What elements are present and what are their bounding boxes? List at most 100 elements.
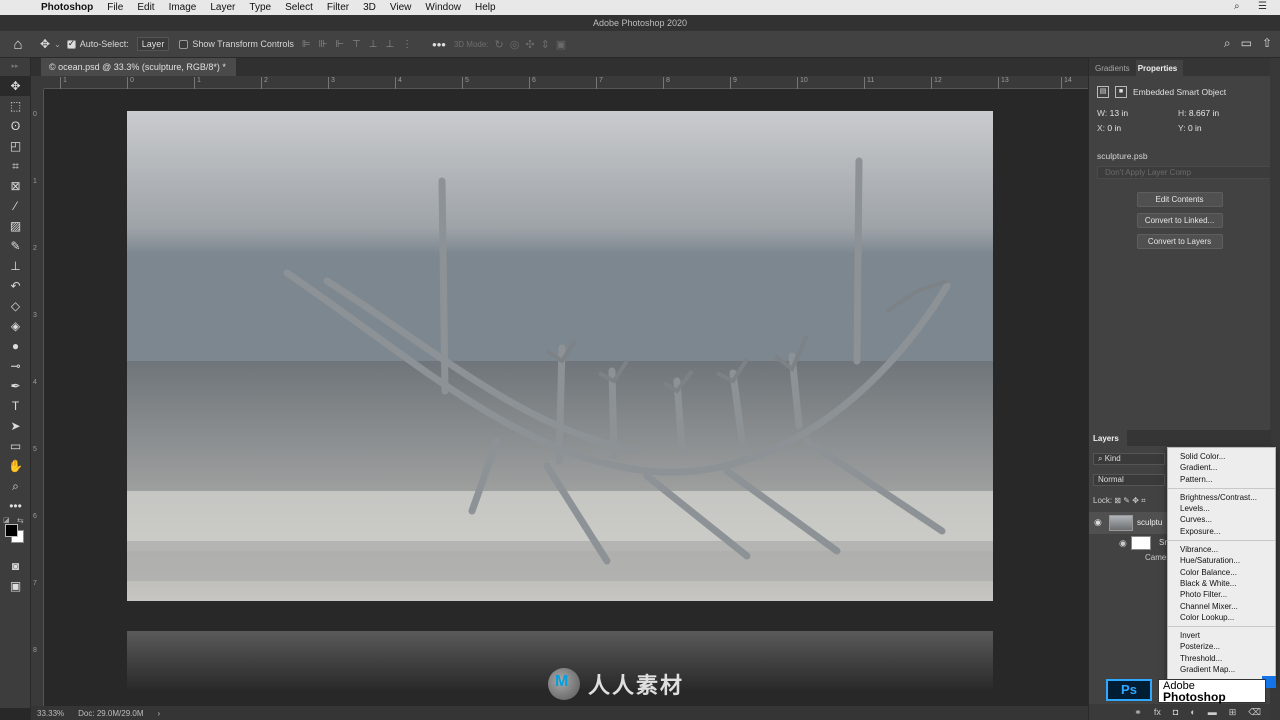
y-field[interactable]: Y: 0 in [1178,123,1253,133]
fx-icon[interactable]: fx [1154,707,1161,717]
menu-image[interactable]: Image [162,2,204,13]
share-icon[interactable]: ⇧ [1262,36,1272,51]
align-middle-icon[interactable]: ⊥ [369,39,378,50]
menu-item-photo-filter[interactable]: Photo Filter... [1168,589,1275,600]
ruler-corner[interactable] [31,76,44,89]
new-group-icon[interactable]: ▬ [1208,707,1217,717]
3d-pan-icon[interactable]: ✣ [525,38,534,51]
healing-tool-icon[interactable]: ▨ [0,216,31,236]
height-field[interactable]: H: 8.667 in [1178,108,1253,118]
zoom-level[interactable]: 33.33% [37,709,64,718]
visibility-eye-icon[interactable]: ◉ [1119,538,1127,549]
show-transform-checkbox[interactable] [179,39,189,49]
link-layers-icon[interactable]: ⚭ [1134,707,1142,718]
stamp-tool-icon[interactable]: ⊥ [0,256,31,276]
menu-list-icon[interactable]: ☰ [1258,1,1267,12]
menu-layer[interactable]: Layer [203,2,242,13]
document-image[interactable] [127,111,993,689]
layer-name[interactable]: sculptu [1137,518,1162,527]
toolbox-grip[interactable]: ▸▸ [0,58,30,76]
width-value[interactable]: 13 in [1110,108,1128,118]
auto-select-dropdown[interactable]: Layer [136,37,170,51]
layer-comp-dropdown[interactable]: Don't Apply Layer Comp [1097,166,1272,179]
align-bottom-icon[interactable]: ⊥ [385,39,394,50]
menu-app[interactable]: Photoshop [34,2,100,13]
menu-help[interactable]: Help [468,2,503,13]
visibility-eye-icon[interactable]: ◉ [1094,517,1102,528]
y-value[interactable]: 0 in [1188,123,1202,133]
3d-scale-icon[interactable]: ▣ [556,38,566,51]
home-icon[interactable]: ⌂ [0,36,36,53]
screen-mode-icon[interactable]: ▣ [0,576,31,596]
trash-icon[interactable]: ⌫ [1248,707,1261,718]
width-field[interactable]: W: 13 in [1097,108,1172,118]
menu-window[interactable]: Window [418,2,468,13]
eyedropper-tool-icon[interactable]: ⁄ [0,196,31,216]
pen-tool-icon[interactable]: ✒ [0,376,31,396]
height-value[interactable]: 8.667 in [1189,108,1219,118]
object-select-tool-icon[interactable]: ◰ [0,136,31,156]
menu-item-vibrance[interactable]: Vibrance... [1168,544,1275,555]
status-menu-arrow[interactable]: › [158,709,161,718]
menu-item-threshold[interactable]: Threshold... [1168,653,1275,664]
menu-item-brightness-contrast[interactable]: Brightness/Contrast... [1168,492,1275,503]
blend-mode-dropdown[interactable]: Normal [1093,474,1165,486]
marquee-tool-icon[interactable]: ⬚ [0,96,31,116]
menu-item-exposure[interactable]: Exposure... [1168,526,1275,537]
menu-item-posterize[interactable]: Posterize... [1168,641,1275,652]
convert-to-layers-button[interactable]: Convert to Layers [1136,234,1223,249]
horizontal-ruler[interactable]: 1 0 1 2 3 4 5 6 7 8 9 10 11 12 13 14 [44,76,1088,89]
document-tab[interactable]: © ocean.psd @ 33.3% (sculpture, RGB/8*) … [41,58,236,76]
menu-3d[interactable]: 3D [356,2,383,13]
edit-contents-button[interactable]: Edit Contents [1136,192,1223,207]
chevron-down-icon[interactable]: ⌄ [54,40,61,49]
brush-tool-icon[interactable]: ✎ [0,236,31,256]
paint-bucket-tool-icon[interactable]: ◈ [0,316,31,336]
menu-item-color-lookup[interactable]: Color Lookup... [1168,612,1275,623]
layer-filter-kind[interactable]: ⌕ Kind [1093,453,1165,465]
move-tool-icon[interactable]: ✥ [40,37,50,51]
menu-view[interactable]: View [383,2,419,13]
tab-layers[interactable]: Layers [1089,430,1127,446]
x-field[interactable]: X: 0 in [1097,123,1172,133]
menu-item-black-white[interactable]: Black & White... [1168,578,1275,589]
type-tool-icon[interactable]: T [0,396,31,416]
menu-item-gradient[interactable]: Gradient... [1168,462,1275,473]
menu-select[interactable]: Select [278,2,320,13]
menu-file[interactable]: File [100,2,130,13]
swap-colors-icon[interactable]: ⇆ [17,516,24,525]
new-layer-icon[interactable]: ⊞ [1229,707,1237,718]
align-left-icon[interactable]: ⊫ [302,39,311,50]
crop-tool-icon[interactable]: ⌗ [0,156,31,176]
more-options-icon[interactable]: ••• [432,37,446,52]
menu-type[interactable]: Type [242,2,278,13]
3d-orbit-icon[interactable]: ↻ [495,38,504,51]
menu-item-curves[interactable]: Curves... [1168,514,1275,525]
menu-item-solid-color[interactable]: Solid Color... [1168,451,1275,462]
default-colors-icon[interactable]: ◪ [3,516,10,524]
menu-item-pattern[interactable]: Pattern... [1168,474,1275,485]
workspace-icon[interactable]: ▭ [1241,36,1252,51]
3d-roll-icon[interactable]: ◎ [510,38,520,51]
menu-filter[interactable]: Filter [320,2,356,13]
eraser-tool-icon[interactable]: ◇ [0,296,31,316]
search-icon[interactable]: ⌕ [1234,1,1240,12]
menu-item-color-balance[interactable]: Color Balance... [1168,567,1275,578]
adjustment-layer-icon[interactable]: ◐ [1190,707,1195,717]
quick-mask-icon[interactable]: ◙ [0,556,31,576]
rectangle-tool-icon[interactable]: ▭ [0,436,31,456]
tab-gradients[interactable]: Gradients [1093,60,1136,76]
menu-item-gradient-map[interactable]: Gradient Map... [1168,664,1275,675]
foreground-color[interactable] [5,524,18,537]
blur-tool-icon[interactable]: ● [0,336,31,356]
hand-tool-icon[interactable]: ✋ [0,456,31,476]
history-brush-tool-icon[interactable]: ↶ [0,276,31,296]
search-icon[interactable]: ⌕ [1224,36,1231,51]
menu-edit[interactable]: Edit [130,2,161,13]
more-tools-icon[interactable]: ••• [0,496,31,516]
menu-item-invert[interactable]: Invert [1168,630,1275,641]
menu-item-levels[interactable]: Levels... [1168,503,1275,514]
move-tool-icon[interactable]: ✥ [0,76,31,96]
menu-item-channel-mixer[interactable]: Channel Mixer... [1168,601,1275,612]
distribute-icon[interactable]: ⋮ [402,39,412,50]
